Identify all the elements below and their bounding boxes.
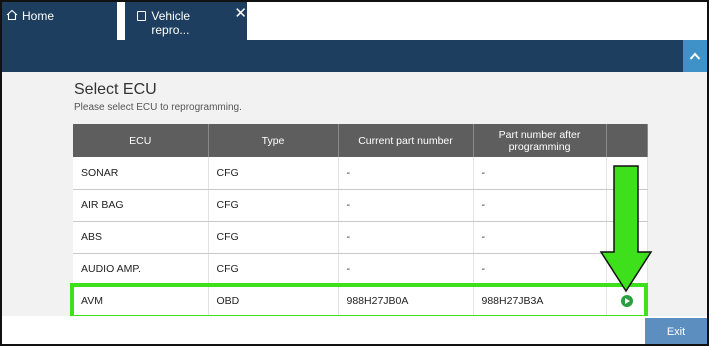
home-icon	[6, 9, 18, 24]
ecu-cell: AVM	[73, 285, 209, 318]
action-cell	[606, 189, 648, 222]
table-header-row: ECU Type Current part number Part number…	[73, 124, 648, 157]
current-part-cell: -	[338, 253, 474, 286]
column-header-current-part-number: Current part number	[338, 124, 474, 157]
tab-vehicle-reprogramming[interactable]: Vehicle repro... ✕	[125, 2, 247, 40]
header-band	[2, 40, 707, 72]
table-row-selected[interactable]: AVM OBD 988H27JB0A 988H27JB3A	[73, 285, 648, 318]
ecu-cell: SONAR	[73, 157, 209, 190]
ecu-cell: AUDIO AMP.	[73, 253, 209, 286]
column-header-action	[606, 124, 648, 157]
table-row[interactable]: AUDIO AMP. CFG - -	[73, 253, 648, 286]
current-part-cell: -	[338, 189, 474, 222]
tab-vehicle-reprogramming-label: Vehicle repro...	[151, 9, 191, 37]
after-part-cell: -	[473, 189, 607, 222]
page-subtitle: Please select ECU to reprogramming.	[74, 102, 242, 113]
action-cell	[606, 221, 648, 254]
type-cell: CFG	[208, 253, 339, 286]
action-cell	[606, 157, 648, 190]
after-part-cell: -	[473, 157, 607, 190]
app-window: Home Vehicle repro... ✕ Select ECU Pleas…	[0, 0, 709, 346]
type-cell: CFG	[208, 189, 339, 222]
type-cell: OBD	[208, 285, 339, 318]
after-part-cell: -	[473, 221, 607, 254]
chevron-up-icon	[689, 52, 701, 60]
current-part-cell: -	[338, 221, 474, 254]
table-row[interactable]: SONAR CFG - -	[73, 157, 648, 190]
document-icon	[137, 11, 147, 21]
select-ecu-panel: Select ECU Please select ECU to reprogra…	[2, 72, 707, 319]
column-header-part-number-after: Part number after programming	[473, 124, 607, 157]
table-row[interactable]: AIR BAG CFG - -	[73, 189, 648, 222]
current-part-cell: -	[338, 157, 474, 190]
after-part-cell: 988H27JB3A	[473, 285, 607, 318]
page-title: Select ECU	[74, 81, 157, 98]
close-tab-icon[interactable]: ✕	[234, 6, 247, 21]
play-icon[interactable]	[620, 295, 633, 308]
tab-home[interactable]: Home	[2, 2, 117, 40]
ecu-cell: ABS	[73, 221, 209, 254]
play-icon[interactable]	[620, 166, 633, 179]
action-cell	[606, 285, 648, 318]
type-cell: CFG	[208, 221, 339, 254]
ecu-table: ECU Type Current part number Part number…	[73, 124, 648, 318]
table-row[interactable]: ABS CFG - -	[73, 221, 648, 254]
current-part-cell: 988H27JB0A	[338, 285, 474, 318]
tab-home-label: Home	[22, 9, 55, 23]
column-header-ecu: ECU	[73, 124, 209, 157]
column-header-type: Type	[208, 124, 339, 157]
bottom-bar: Exit	[2, 316, 707, 344]
collapse-button[interactable]	[683, 40, 707, 72]
ecu-cell: AIR BAG	[73, 189, 209, 222]
type-cell: CFG	[208, 157, 339, 190]
exit-button[interactable]: Exit	[645, 318, 707, 344]
tab-bar: Home Vehicle repro... ✕	[2, 2, 707, 40]
after-part-cell: -	[473, 253, 607, 286]
action-cell	[606, 253, 648, 286]
